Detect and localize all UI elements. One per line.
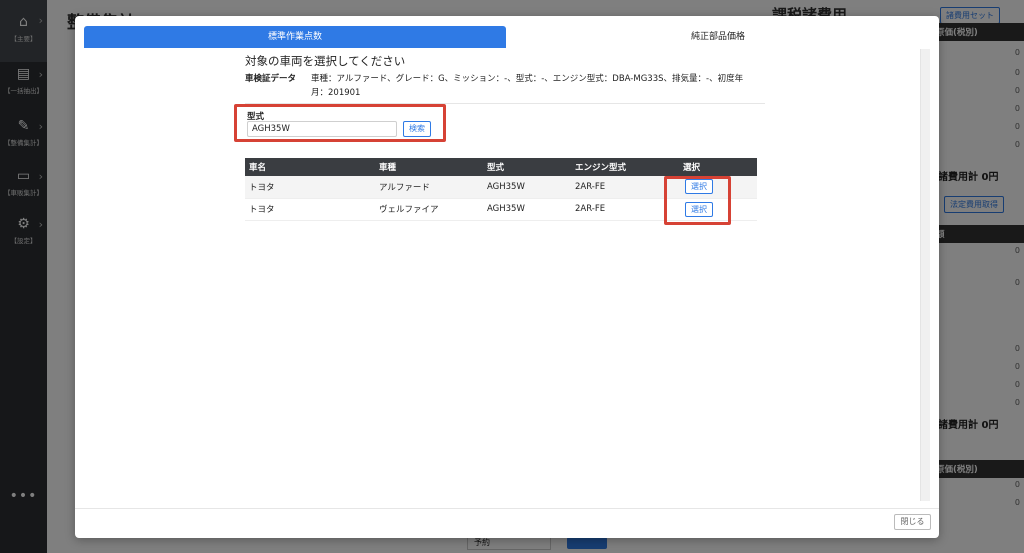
vehicle-select-modal: 標準作業点数 純正部品価格 対象の車両を選択してください 車検証データ 車種：ア… [75,16,939,538]
table-header-row: 車名 車種 型式 エンジン型式 選択 [245,158,757,176]
modal-footer-divider [75,508,939,509]
cell-engine: 2AR-FE [571,176,679,199]
column-header-model: 車種 [375,158,483,176]
cell-type: AGH35W [483,198,571,221]
close-button[interactable]: 閉じる [894,514,931,530]
tab-genuine-parts-price[interactable]: 純正部品価格 [506,26,930,48]
cell-model: アルファード [375,176,483,199]
cell-maker: トヨタ [245,176,375,199]
highlight-box-select [664,176,731,225]
column-header-maker: 車名 [245,158,375,176]
column-header-type: 型式 [483,158,571,176]
cell-maker: トヨタ [245,198,375,221]
shaken-data-value: 車種：アルファード、グレード：G、ミッション：-、型式：-、エンジン型式：DBA… [311,74,744,98]
cell-model: ヴェルファイア [375,198,483,221]
section-title: 対象の車両を選択してください [245,54,406,68]
cell-type: AGH35W [483,176,571,199]
column-header-engine: エンジン型式 [571,158,679,176]
column-header-select: 選択 [679,158,757,176]
tab-standard-work-points[interactable]: 標準作業点数 [84,26,506,48]
modal-scrollbar[interactable] [920,49,930,501]
shaken-data-label: 車検証データ [245,74,297,84]
modal-body: 対象の車両を選択してください 車検証データ 車種：アルファード、グレード：G、ミ… [84,49,930,501]
highlight-box-search [234,104,446,142]
modal-tabs: 標準作業点数 純正部品価格 [84,26,930,48]
cell-engine: 2AR-FE [571,198,679,221]
